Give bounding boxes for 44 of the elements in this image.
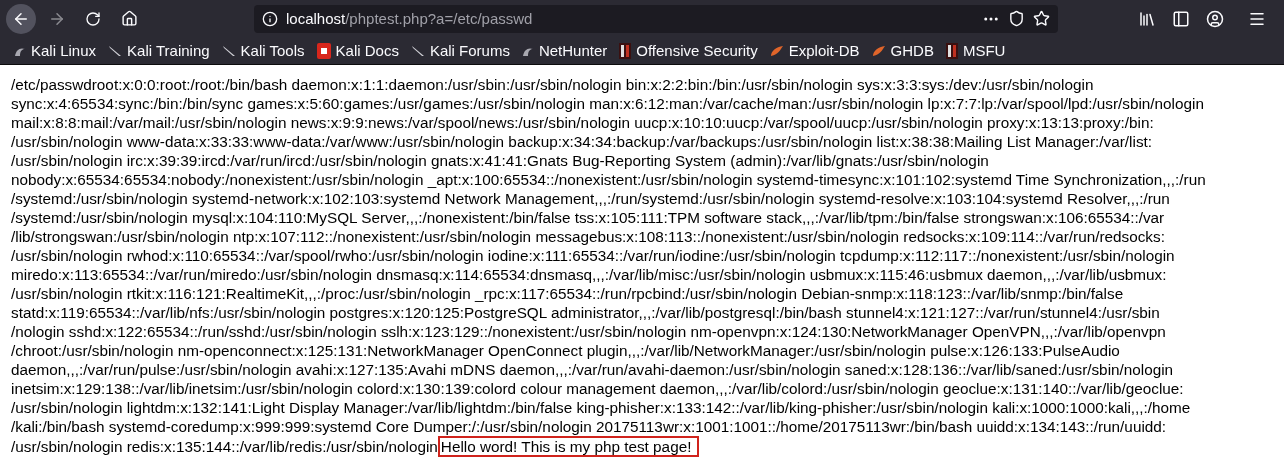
bookmark-link[interactable]: GHDB xyxy=(871,42,934,59)
account-icon[interactable] xyxy=(1206,9,1224,28)
page-text-line: statd:x:119:65534::/var/lib/nfs:/usr/sbin/nologin postgres:x:120:125:PostgreSQL administrator,,,:/var/lib/postgresql:/bin/bash stunnel4:x:121:127::/var/run/stunnel4:/usr/sbin xyxy=(11,303,1160,322)
bookmark-link[interactable]: Offensive Security xyxy=(619,42,758,59)
home-icon xyxy=(120,10,138,27)
page-text-line: /usr/sbin/nologin rtkit:x:116:121:RealtimeKit,,,:/proc:/usr/sbin/nologin _rpc:x:117:65534::/run/rpcbind:/usr/sbin/nologin Debian-snmp:x:118:123::/var/lib/snmp:/bin/false xyxy=(11,284,1124,303)
star-icon[interactable] xyxy=(1033,10,1050,27)
page-text-line: /usr/sbin/nologin rwhod:x:110:65534::/var/spool/rwho:/usr/sbin/nologin iodine:x:111:65534::/var/run/iodine:/usr/sbin/nologin tcpdump:x:112:117::/nonexistent:/usr/sbin/nologin xyxy=(11,246,1175,265)
bookmark-link[interactable]: Kali Docs xyxy=(316,42,399,59)
page-text-line: sync:x:4:65534:sync:/bin:/bin/sync games:x:5:60:games:/usr/games:/usr/sbin/nologin man:x:6:12:man:/var/cache/man:/usr/sbin/nologin lp:x:7:7:lp:/var/spool/lpd:/usr/sbin/nologin xyxy=(11,94,1204,113)
bookmark-link[interactable]: Kali Forums xyxy=(410,42,510,59)
page-text-line: /usr/sbin/nologin www-data:x:33:33:www-data:/var/www:/usr/sbin/nologin backup:x:34:34:backup:/var/backups:/usr/sbin/nologin list:x:38:38:Mailing List Manager:/var/list: xyxy=(11,132,1153,151)
page-text-line: nobody:x:65534:65534:nobody:/nonexistent:/usr/sbin/nologin _apt:x:100:65534::/nonexistent:/usr/sbin/nologin systemd-timesync:x:101:102:systemd Time Synchronization,,,:/run xyxy=(11,170,1206,189)
page-text-line: /usr/sbin/nologin redis:x:135:144::/var/lib/redis:/usr/sbin/nologin xyxy=(11,437,438,456)
bookmark-link[interactable]: Kali Linux xyxy=(14,42,97,59)
bookmark-link[interactable]: NetHunter xyxy=(521,42,608,59)
page-text-line: /chroot:/usr/sbin/nologin nm-openconnect:x:125:131:NetworkManager OpenConnect plugin,,,:/var/lib/NetworkManager:/usr/sbin/nologin pulse:x:126:133:PulseAudio xyxy=(11,341,1120,360)
page-text-line: /usr/sbin/nologin irc:x:39:39:ircd:/var/run/ircd:/usr/sbin/nologin gnats:x:41:41:Gnats Bug-Reporting System (admin):/var/lib/gnats:/usr/sbin/nologin xyxy=(11,151,989,170)
highlighted-message: Hello word! This is my php test page! xyxy=(437,436,700,457)
document-icon xyxy=(316,42,331,59)
url-text: localhost/phptest.php?a=/etc/passwd xyxy=(286,10,534,27)
page-text-line: /etc/passwdroot:x:0:0:root:/root:/bin/bash daemon:x:1:1:daemon:/usr/sbin:/usr/sbin/nologin bin:x:2:2:bin:/bin:/usr/sbin/nologin sys:x:3:3:sys:/dev:/usr/sbin/nologin xyxy=(11,75,1094,94)
bookmark-link[interactable]: MSFU xyxy=(945,42,1006,59)
page-text-line: miredo:x:113:65534::/var/run/miredo:/usr/sbin/nologin dnsmasq:x:114:65534:dnsmasq,,,:/var/lib/misc:/usr/sbin/nologin usbmux:x:115:46:usbmux daemon,,,:/var/lib/usbmux: xyxy=(11,265,1167,284)
page-text-line: /nologin sshd:x:122:65534::/run/sshd:/usr/sbin/nologin sslh:x:123:129::/nonexistent:/usr/sbin/nologin nm-openvpn:x:124:130:NetworkManager OpenVPN,,,:/var/lib/openvpn xyxy=(11,322,1166,341)
bookmark-link[interactable]: Exploit-DB xyxy=(769,42,860,59)
tower-icon xyxy=(945,42,958,59)
sidebar-icon[interactable] xyxy=(1172,9,1190,28)
reload-icon xyxy=(85,10,101,27)
back-button[interactable] xyxy=(6,3,36,34)
bookmark-link[interactable]: Kali Training xyxy=(108,42,210,59)
bookmark-link[interactable]: Kali Tools xyxy=(221,42,305,59)
page-text-line: inetsim:x:129:138::/var/lib/inetsim:/usr/sbin/nologin colord:x:130:139:colord colour management daemon,,,:/var/lib/colord:/usr/sbin/nologin geoclue:x:131:140::/var/lib/geoclue: xyxy=(11,379,1184,398)
info-icon[interactable] xyxy=(262,10,278,27)
library-icon[interactable] xyxy=(1138,9,1156,28)
page-text-line: /kali:/bin/bash systemd-coredump:x:999:999:systemd Core Dumper:/:/usr/sbin/nologin 20175113wr:x:1001:1001::/home/20175113wr:/bin/bash uuidd:x:134:143::/run/uuidd: xyxy=(11,417,1167,436)
page-text-line: /lib/strongswan:/usr/sbin/nologin ntp:x:107:112::/nonexistent:/usr/sbin/nologin messagebus:x:108:113::/nonexistent:/usr/sbin/nologin redsocks:x:109:114::/var/run/redsocks: xyxy=(11,227,1165,246)
address-bar[interactable]: localhost/phptest.php?a=/etc/passwd xyxy=(254,4,1058,33)
page-text-line: /usr/sbin/nologin lightdm:x:132:141:Light Display Manager:/var/lib/lightdm:/bin/false king-phisher:x:133:142::/var/lib/king-phisher:/usr/sbin/nologin kali:x:1000:1000:kali,,,:/home xyxy=(11,398,1191,417)
page-text-line: /systemd:/usr/sbin/nologin systemd-network:x:102:103:systemd Network Management,,,:/run/systemd:/usr/sbin/nologin systemd-resolve:x:103:104:systemd Resolver,,,:/run xyxy=(11,189,1170,208)
page-text-line: mail:x:8:8:mail:/var/mail:/usr/sbin/nologin news:x:9:9:news:/var/spool/news:/usr/sbin/nologin uucp:x:10:10:uucp:/var/spool/uucp:/usr/sbin/nologin proxy:x:13:13:proxy:/bin: xyxy=(11,113,1154,132)
page-text-line: /systemd:/usr/sbin/nologin mysql:x:104:110:MySQL Server,,,:/nonexistent:/bin/false tss:x:105:111:TPM software stack,,,:/var/lib/tpm:/bin/false strongswan:x:106:65534::/var xyxy=(11,208,1165,227)
page-text-line: daemon,,,:/var/run/pulse:/usr/sbin/nologin avahi:x:127:135:Avahi mDNS daemon,,,:/var/run/avahi-daemon:/usr/sbin/nologin saned:x:128:136::/var/lib/saned:/usr/sbin/nologin xyxy=(11,360,1174,379)
tower-icon xyxy=(619,42,632,59)
